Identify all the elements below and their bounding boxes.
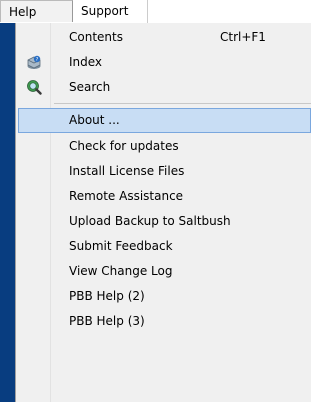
help-menu-screen: Help Support Contents Ctrl+F1 ? Index Se…: [0, 0, 311, 402]
menu-item-label: Submit Feedback: [69, 239, 173, 253]
menu-item-upload-backup[interactable]: Upload Backup to Saltbush: [16, 209, 311, 234]
menu-support[interactable]: Support: [73, 0, 147, 22]
menu-help[interactable]: Help: [0, 0, 73, 22]
app-window-edge: [0, 23, 15, 402]
menu-item-label: View Change Log: [69, 264, 173, 278]
menu-separator: [54, 103, 311, 104]
menu-item-index[interactable]: ? Index: [16, 50, 311, 75]
help-dropdown-menu: Contents Ctrl+F1 ? Index Search About ..…: [15, 23, 311, 402]
menu-item-search[interactable]: Search: [16, 75, 311, 100]
menu-item-about[interactable]: About ...: [18, 108, 311, 133]
menu-item-remote-assistance[interactable]: Remote Assistance: [16, 184, 311, 209]
menu-item-view-change-log[interactable]: View Change Log: [16, 259, 311, 284]
help-book-icon: ?: [26, 54, 42, 70]
menu-item-label: Check for updates: [69, 139, 179, 153]
menu-item-label: Index: [69, 55, 103, 69]
menu-item-label: Remote Assistance: [69, 189, 184, 203]
menu-item-pbb-help-3[interactable]: PBB Help (3): [16, 309, 311, 334]
menubar-divider: [147, 0, 148, 23]
menu-item-label: Search: [69, 80, 111, 94]
svg-text:?: ?: [36, 57, 39, 63]
menu-item-label: About ...: [69, 113, 120, 127]
menu-item-label: Contents: [69, 30, 123, 44]
menu-item-label: PBB Help (3): [69, 314, 145, 328]
menu-item-install-license-files[interactable]: Install License Files: [16, 159, 311, 184]
shortcut-label: Ctrl+F1: [220, 30, 266, 44]
menu-item-submit-feedback[interactable]: Submit Feedback: [16, 234, 311, 259]
menu-item-label: Upload Backup to Saltbush: [69, 214, 231, 228]
menu-item-label: Install License Files: [69, 164, 185, 178]
menu-item-contents[interactable]: Contents Ctrl+F1: [16, 25, 311, 50]
search-globe-icon: [26, 79, 42, 95]
menu-bar: Help Support: [0, 0, 311, 24]
menu-item-label: PBB Help (2): [69, 289, 145, 303]
menu-item-check-for-updates[interactable]: Check for updates: [16, 134, 311, 159]
menu-item-pbb-help-2[interactable]: PBB Help (2): [16, 284, 311, 309]
